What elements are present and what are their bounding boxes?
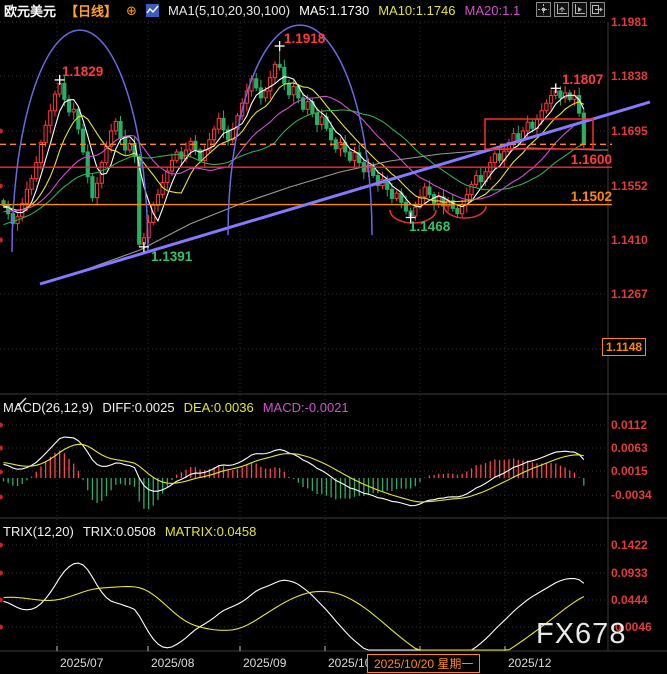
kline-chart-icon[interactable] <box>146 4 159 17</box>
period-label: 【日线】 <box>65 1 117 20</box>
plus-circle-icon[interactable]: ⊕ <box>126 3 137 19</box>
macd-dea-value: DEA:0.0036 <box>184 400 254 415</box>
trix-axis-label: 0.0933 <box>611 566 648 580</box>
trend-line <box>40 102 650 284</box>
trix-axis-label: 0.1422 <box>611 538 648 552</box>
macd-value: MACD:-0.0021 <box>263 400 349 415</box>
bottom-arc-annotation <box>444 206 486 218</box>
x-axis-label: 2025/12 <box>508 656 551 670</box>
support-level-label: 1.1600 <box>571 152 612 167</box>
swing-level-label: 1.1918 <box>284 31 326 46</box>
trix-params-label: TRIX(12,20) <box>3 524 74 539</box>
macd-header: MACD(26,12,9) DIFF:0.0025 DEA:0.0036 MACD:-… <box>3 400 358 415</box>
support-level-label: 1.1502 <box>571 189 612 204</box>
macd-params-label: MACD(26,12,9) <box>3 400 93 415</box>
cursor-price-label: 1.1148 <box>602 338 646 356</box>
macd-axis-label: 0.0063 <box>611 441 648 455</box>
macd-axis-label: 0.0015 <box>611 464 648 478</box>
x-axis-label: 2025/07 <box>60 656 103 670</box>
swing-level-label: 1.1468 <box>409 219 451 234</box>
symbol-name: 欧元美元 <box>4 1 56 20</box>
macd-diff-value: DIFF:0.0025 <box>102 400 174 415</box>
x-axis-label: 2025/08 <box>151 656 194 670</box>
fit-x-axis-icon[interactable] <box>572 2 587 17</box>
price-axis-label: 1.1552 <box>611 179 648 193</box>
swing-level-label: 1.1391 <box>151 249 193 264</box>
gridlines <box>0 22 608 650</box>
ma20-value: MA20:1.1 <box>465 3 521 18</box>
ma10-value: MA10:1.1746 <box>378 3 455 18</box>
shift-forward-icon[interactable] <box>590 2 605 17</box>
swing-level-label: 1.1807 <box>562 72 603 87</box>
price-axis-label: 1.1695 <box>611 124 648 138</box>
trix-panel <box>4 563 584 650</box>
panel-separators <box>0 22 667 651</box>
price-axis-label: 1.1267 <box>611 287 648 301</box>
trix-value: TRIX:0.0508 <box>83 524 156 539</box>
ellipse-annotation <box>228 25 372 235</box>
price-axis-label: 1.1838 <box>611 69 648 83</box>
x-axis-label: 2025/10 <box>328 656 371 670</box>
ma-group-label: MA1(5,10,20,30,100) <box>168 3 290 18</box>
chart-window: 1.1600 1.1502 1.1829 1.1918 1.1807 1.1391 1.14… <box>0 0 667 674</box>
trix-header: TRIX(12,20) TRIX:0.0508 MATRIX:0.0458 <box>3 524 265 539</box>
chart-toolbar <box>536 2 605 17</box>
x-axis-label: 2025/09 <box>243 656 286 670</box>
trix-axis-label: 0.0444 <box>611 593 648 607</box>
pan-crosshair-icon[interactable] <box>536 2 551 17</box>
chart-canvas[interactable]: 1.1600 1.1502 1.1829 1.1918 1.1807 1.1391 1.14… <box>0 0 667 674</box>
swing-level-label: 1.1829 <box>62 64 103 79</box>
fit-y-axis-icon[interactable] <box>554 2 569 17</box>
price-axis-label: 1.1410 <box>611 233 648 247</box>
cursor-date-label: 2025/10/20 星期一 <box>367 654 480 673</box>
ma5-value: MA5:1.1730 <box>299 3 369 18</box>
macd-axis-label: -0.0034 <box>611 488 652 502</box>
trix-matrix-value: MATRIX:0.0458 <box>165 524 257 539</box>
watermark: FX678 <box>536 618 626 651</box>
macd-axis-label: 0.0112 <box>611 418 647 432</box>
